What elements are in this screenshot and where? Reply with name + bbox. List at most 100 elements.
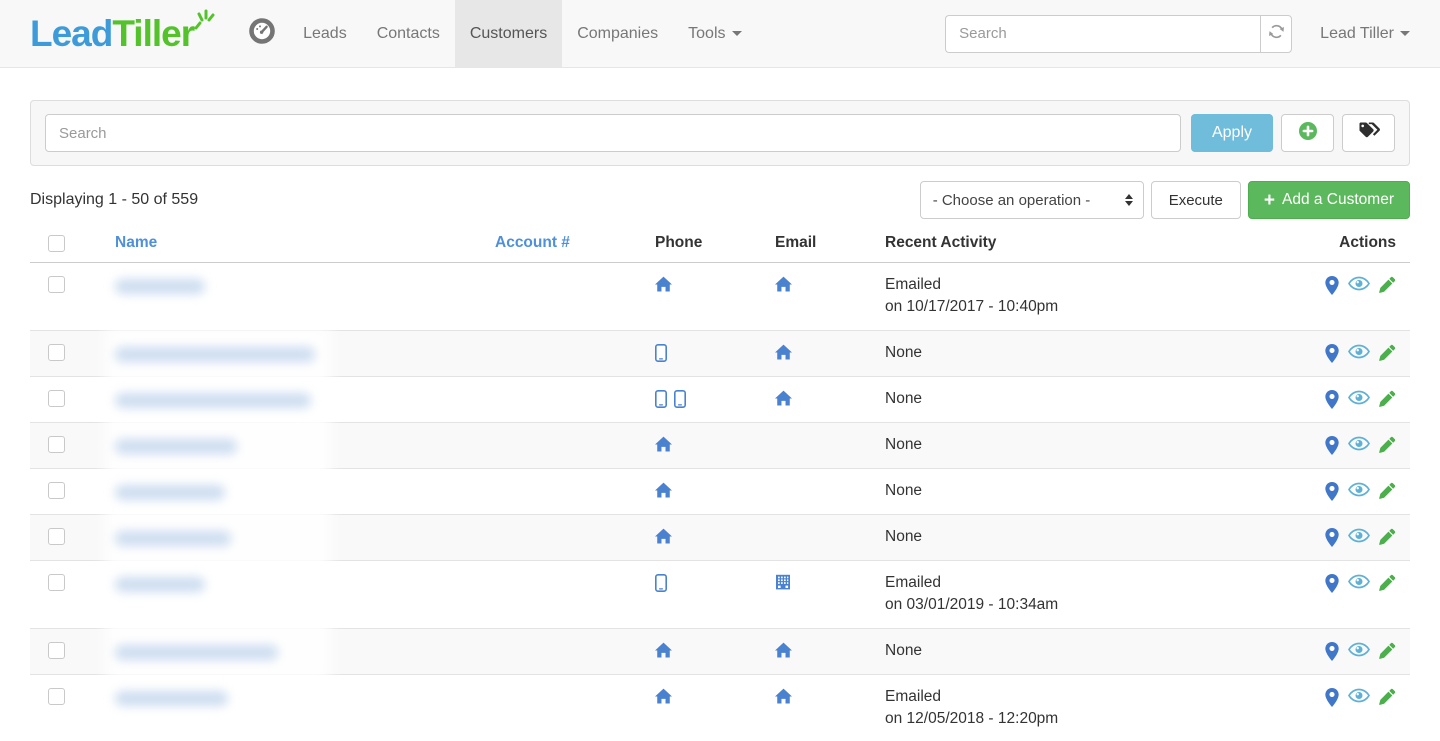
- plus-circle-icon: [1298, 121, 1318, 145]
- account-number-cell: [485, 675, 645, 741]
- customer-name-link-blurred[interactable]: [115, 577, 205, 592]
- customer-name-link-blurred[interactable]: [115, 439, 237, 454]
- primary-nav: Leads Contacts Customers Companies Tools: [288, 0, 756, 67]
- edit-button[interactable]: [1379, 574, 1396, 596]
- customer-name-link-blurred[interactable]: [115, 347, 315, 362]
- edit-button[interactable]: [1379, 482, 1396, 504]
- map-pin-icon: [1325, 688, 1339, 712]
- mobile-phone-icon: [674, 390, 686, 413]
- customer-row: None: [30, 331, 1410, 377]
- account-number-cell: [485, 331, 645, 377]
- row-checkbox[interactable]: [48, 528, 65, 545]
- filter-search-input[interactable]: [45, 114, 1181, 152]
- select-all-checkbox[interactable]: [48, 235, 65, 252]
- row-checkbox[interactable]: [48, 436, 65, 453]
- phone-cell: [645, 377, 765, 423]
- nav-item-leads[interactable]: Leads: [288, 0, 362, 67]
- refresh-icon: [1268, 23, 1285, 45]
- view-map-button[interactable]: [1325, 344, 1339, 368]
- customer-name-link-blurred[interactable]: [115, 279, 205, 294]
- view-map-button[interactable]: [1325, 482, 1339, 506]
- edit-button[interactable]: [1379, 688, 1396, 710]
- view-button[interactable]: [1348, 482, 1370, 502]
- row-checkbox[interactable]: [48, 688, 65, 705]
- view-button[interactable]: [1348, 642, 1370, 662]
- phone-cell: [645, 423, 765, 469]
- row-checkbox[interactable]: [48, 344, 65, 361]
- dashboard-link[interactable]: [236, 0, 288, 67]
- refresh-button[interactable]: [1260, 15, 1292, 53]
- view-map-button[interactable]: [1325, 436, 1339, 460]
- customer-name-link-blurred[interactable]: [115, 691, 228, 706]
- row-checkbox[interactable]: [48, 482, 65, 499]
- eye-icon: [1348, 276, 1370, 296]
- map-pin-icon: [1325, 276, 1339, 300]
- edit-button[interactable]: [1379, 390, 1396, 412]
- nav-item-tools[interactable]: Tools: [673, 0, 756, 67]
- view-button[interactable]: [1348, 528, 1370, 548]
- view-button[interactable]: [1348, 574, 1370, 594]
- view-map-button[interactable]: [1325, 528, 1339, 552]
- col-header-name[interactable]: Name: [115, 234, 157, 251]
- map-pin-icon: [1325, 482, 1339, 506]
- nav-item-customers[interactable]: Customers: [455, 0, 562, 67]
- row-checkbox[interactable]: [48, 574, 65, 591]
- home-phone-icon: [655, 276, 672, 297]
- nav-item-companies[interactable]: Companies: [562, 0, 673, 67]
- navbar-search-input[interactable]: [945, 15, 1260, 53]
- customer-row: Emailedon 10/17/2017 - 10:40pm: [30, 263, 1410, 331]
- view-map-button[interactable]: [1325, 688, 1339, 712]
- account-number-cell: [485, 629, 645, 675]
- home-email-icon: [775, 642, 792, 663]
- row-checkbox[interactable]: [48, 276, 65, 293]
- execute-button[interactable]: Execute: [1151, 181, 1241, 219]
- edit-button[interactable]: [1379, 344, 1396, 366]
- col-header-account[interactable]: Account #: [495, 234, 570, 251]
- map-pin-icon: [1325, 344, 1339, 368]
- view-button[interactable]: [1348, 688, 1370, 708]
- edit-button[interactable]: [1379, 642, 1396, 664]
- customers-table-wrap: Name Account # Phone Email Recent Activi…: [30, 225, 1410, 741]
- customer-name-link-blurred[interactable]: [115, 485, 225, 500]
- customer-name-link-blurred[interactable]: [115, 531, 231, 546]
- apply-button[interactable]: Apply: [1191, 114, 1273, 152]
- customer-row: None: [30, 469, 1410, 515]
- brand-logo[interactable]: LeadTiller: [0, 0, 236, 67]
- home-phone-icon: [655, 688, 672, 709]
- tags-button[interactable]: [1342, 114, 1395, 152]
- mobile-phone-icon: [655, 574, 667, 597]
- customer-name-link-blurred[interactable]: [115, 393, 311, 408]
- gauge-icon: [248, 17, 276, 50]
- pencil-icon: [1379, 482, 1396, 504]
- add-customer-button[interactable]: + Add a Customer: [1248, 181, 1410, 219]
- edit-button[interactable]: [1379, 436, 1396, 458]
- recent-activity-cell: None: [875, 469, 1180, 515]
- view-button[interactable]: [1348, 436, 1370, 456]
- email-cell: [765, 561, 875, 629]
- pencil-icon: [1379, 344, 1396, 366]
- edit-button[interactable]: [1379, 276, 1396, 298]
- row-checkbox[interactable]: [48, 642, 65, 659]
- customer-row: Emailedon 12/05/2018 - 12:20pm: [30, 675, 1410, 741]
- row-checkbox[interactable]: [48, 390, 65, 407]
- nav-item-contacts[interactable]: Contacts: [362, 0, 455, 67]
- view-map-button[interactable]: [1325, 642, 1339, 666]
- customer-row: None: [30, 515, 1410, 561]
- add-filter-button[interactable]: [1281, 114, 1334, 152]
- phone-cell: [645, 331, 765, 377]
- view-button[interactable]: [1348, 390, 1370, 410]
- email-cell: [765, 263, 875, 331]
- view-map-button[interactable]: [1325, 390, 1339, 414]
- email-cell: [765, 377, 875, 423]
- edit-button[interactable]: [1379, 528, 1396, 550]
- starburst-icon: [190, 7, 216, 38]
- view-map-button[interactable]: [1325, 276, 1339, 300]
- view-button[interactable]: [1348, 344, 1370, 364]
- operation-select[interactable]: - Choose an operation -: [920, 181, 1144, 219]
- customer-name-link-blurred[interactable]: [115, 645, 278, 660]
- view-button[interactable]: [1348, 276, 1370, 296]
- view-map-button[interactable]: [1325, 574, 1339, 598]
- eye-icon: [1348, 574, 1370, 594]
- user-menu[interactable]: Lead Tiller: [1320, 25, 1410, 43]
- recent-activity-cell: None: [875, 515, 1180, 561]
